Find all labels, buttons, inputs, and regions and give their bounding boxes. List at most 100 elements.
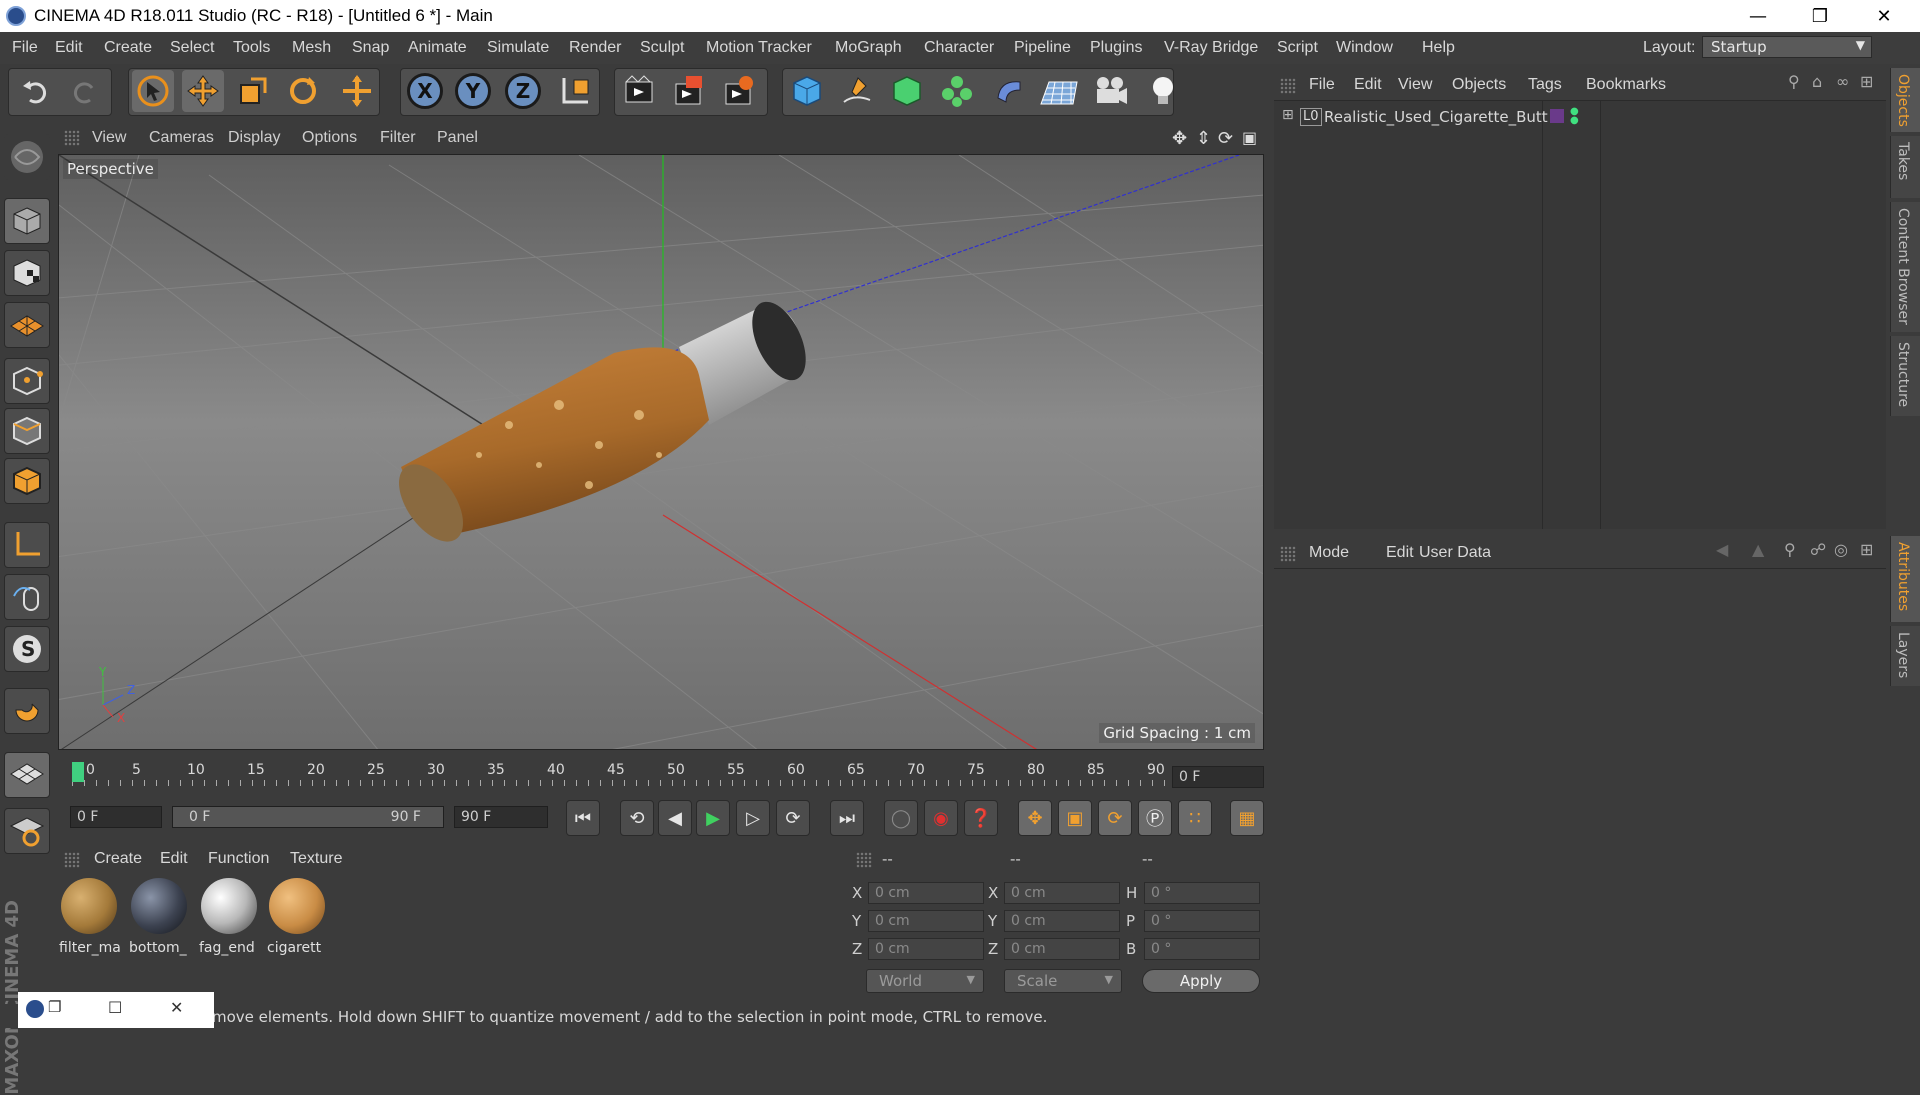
subdivision-surface-icon[interactable]	[886, 70, 928, 112]
menu-create[interactable]: Create	[104, 39, 152, 57]
workplane-rotate-icon[interactable]	[4, 808, 50, 854]
current-frame-field[interactable]: 0 F	[1172, 766, 1264, 788]
move-icon[interactable]	[182, 70, 224, 112]
size-x-field[interactable]: 0 cm	[1004, 882, 1120, 904]
perspective-viewport[interactable]: Perspective Grid Spacing : 1 cm Y Z X	[58, 154, 1264, 750]
search-icon[interactable]: ⚲	[1784, 540, 1796, 559]
tab-takes[interactable]: Takes	[1890, 136, 1920, 198]
position-y-field[interactable]: 0 cm	[868, 910, 984, 932]
back-arrow-icon[interactable]: ◀	[1716, 540, 1728, 559]
deformer-bend-icon[interactable]	[988, 70, 1030, 112]
objects-menu-edit[interactable]: Edit	[1354, 76, 1382, 94]
go-to-end-icon[interactable]: ⏭	[830, 800, 864, 836]
tab-structure[interactable]: Structure	[1890, 336, 1920, 416]
key-pla-icon[interactable]: ∷	[1178, 800, 1212, 836]
size-z-field[interactable]: 0 cm	[1004, 938, 1120, 960]
edges-mode-icon[interactable]	[4, 408, 50, 454]
restore-icon[interactable]: ❐	[48, 998, 61, 1016]
objects-menu-file[interactable]: File	[1309, 76, 1335, 94]
close-icon[interactable]: ✕	[170, 998, 183, 1017]
viewport-menu-panel[interactable]: Panel	[437, 129, 478, 147]
rotation-p-field[interactable]: 0 °	[1144, 910, 1260, 932]
lock-icon[interactable]: ☍	[1810, 540, 1826, 559]
material-menu-function[interactable]: Function	[208, 850, 269, 868]
start-frame-field[interactable]: 0 F	[70, 806, 162, 828]
apply-button[interactable]: Apply	[1142, 969, 1260, 993]
viewport-menu-cameras[interactable]: Cameras	[149, 129, 214, 147]
menu-tools[interactable]: Tools	[233, 39, 270, 57]
render-picture-viewer-icon[interactable]	[668, 70, 710, 112]
object-row[interactable]: ⊞ L0 Realistic_Used_Cigarette_Butt ● ●	[1274, 107, 1886, 129]
visibility-dots-icon[interactable]: ● ●	[1570, 107, 1579, 126]
menu-window[interactable]: Window	[1336, 39, 1393, 57]
new-panel-icon[interactable]: ⊞	[1860, 540, 1873, 559]
next-frame-icon[interactable]: ▷	[736, 800, 770, 836]
key-parameter-icon[interactable]: Ⓟ	[1138, 800, 1172, 836]
points-mode-icon[interactable]	[4, 358, 50, 404]
scheme-settings-icon[interactable]: ▦	[1230, 800, 1264, 836]
objects-menu-tags[interactable]: Tags	[1528, 76, 1562, 94]
menu-pipeline[interactable]: Pipeline	[1014, 39, 1071, 57]
viewport-menu-view[interactable]: View	[92, 129, 126, 147]
next-key-icon[interactable]: ⟳	[776, 800, 810, 836]
key-position-icon[interactable]: ✥	[1018, 800, 1052, 836]
material-swatch[interactable]: filter_ma	[58, 876, 121, 960]
preview-range-slider[interactable]: 0 F 90 F	[172, 806, 444, 828]
viewport-zoom-icon[interactable]: ⇕	[1196, 128, 1211, 149]
search-icon[interactable]: ⚲	[1788, 72, 1800, 91]
new-panel-icon[interactable]: ⊞	[1860, 72, 1873, 91]
floor-environment-icon[interactable]	[1038, 70, 1080, 112]
rotation-b-field[interactable]: 0 °	[1144, 938, 1260, 960]
menu-snap[interactable]: Snap	[352, 39, 389, 57]
redo-icon[interactable]	[64, 70, 106, 112]
render-view-icon[interactable]	[618, 70, 660, 112]
tab-attributes[interactable]: Attributes	[1890, 536, 1920, 622]
workplane-mode-icon[interactable]	[4, 302, 50, 348]
menu-simulate[interactable]: Simulate	[487, 39, 549, 57]
menu-plugins[interactable]: Plugins	[1090, 39, 1142, 57]
end-frame-field[interactable]: 90 F	[454, 806, 548, 828]
camera-icon[interactable]	[1090, 70, 1132, 112]
target-icon[interactable]: ◎	[1834, 540, 1848, 559]
objects-menu-bookmarks[interactable]: Bookmarks	[1586, 76, 1666, 94]
previous-frame-icon[interactable]: ◀	[658, 800, 692, 836]
size-y-field[interactable]: 0 cm	[1004, 910, 1120, 932]
model-mode-icon[interactable]	[4, 198, 50, 244]
minimized-window-bar[interactable]: ❐ ☐ ✕	[18, 992, 214, 1028]
minimize-button[interactable]: —	[1730, 0, 1786, 32]
go-to-start-icon[interactable]: ⏮	[566, 800, 600, 836]
menu-select[interactable]: Select	[170, 39, 214, 57]
object-name[interactable]: Realistic_Used_Cigarette_Butt	[1324, 108, 1548, 126]
tab-layers[interactable]: Layers	[1890, 626, 1920, 686]
position-z-field[interactable]: 0 cm	[868, 938, 984, 960]
layout-dropdown[interactable]: Startup ▼	[1702, 36, 1872, 58]
menu-motion-tracker[interactable]: Motion Tracker	[706, 39, 812, 57]
attributes-menu-edit[interactable]: Edit	[1386, 544, 1414, 562]
live-selection-icon[interactable]	[132, 70, 174, 112]
expand-icon[interactable]: ⊞	[1282, 107, 1294, 123]
menu-sculpt[interactable]: Sculpt	[640, 39, 684, 57]
menu-render[interactable]: Render	[569, 39, 621, 57]
up-arrow-icon[interactable]: ▲	[1752, 540, 1764, 559]
material-swatch[interactable]: fag_end	[198, 876, 260, 960]
locked-workplane-icon[interactable]	[4, 752, 50, 798]
objects-menu-view[interactable]: View	[1398, 76, 1432, 94]
layer-color-swatch[interactable]	[1550, 109, 1564, 123]
keyframe-selection-icon[interactable]: ❓	[964, 800, 998, 836]
render-settings-icon[interactable]	[718, 70, 760, 112]
menu-vray-bridge[interactable]: V-Ray Bridge	[1164, 39, 1258, 57]
material-menu-create[interactable]: Create	[94, 850, 142, 868]
pen-spline-icon[interactable]	[836, 70, 878, 112]
material-menu-texture[interactable]: Texture	[290, 850, 342, 868]
objects-menu-objects[interactable]: Objects	[1452, 76, 1506, 94]
close-button[interactable]: ✕	[1856, 0, 1912, 32]
material-swatch[interactable]: bottom_	[128, 876, 190, 960]
cigarette-butt-model[interactable]	[389, 295, 909, 635]
coordinate-system-icon[interactable]	[554, 70, 596, 112]
menu-animate[interactable]: Animate	[408, 39, 467, 57]
viewport-rotate-icon[interactable]: ⟳	[1218, 128, 1233, 149]
viewport-menu-filter[interactable]: Filter	[380, 129, 416, 147]
play-icon[interactable]: ▶	[696, 800, 730, 836]
previous-key-icon[interactable]: ⟲	[620, 800, 654, 836]
transform-type-dropdown[interactable]: Scale ▼	[1004, 969, 1122, 993]
